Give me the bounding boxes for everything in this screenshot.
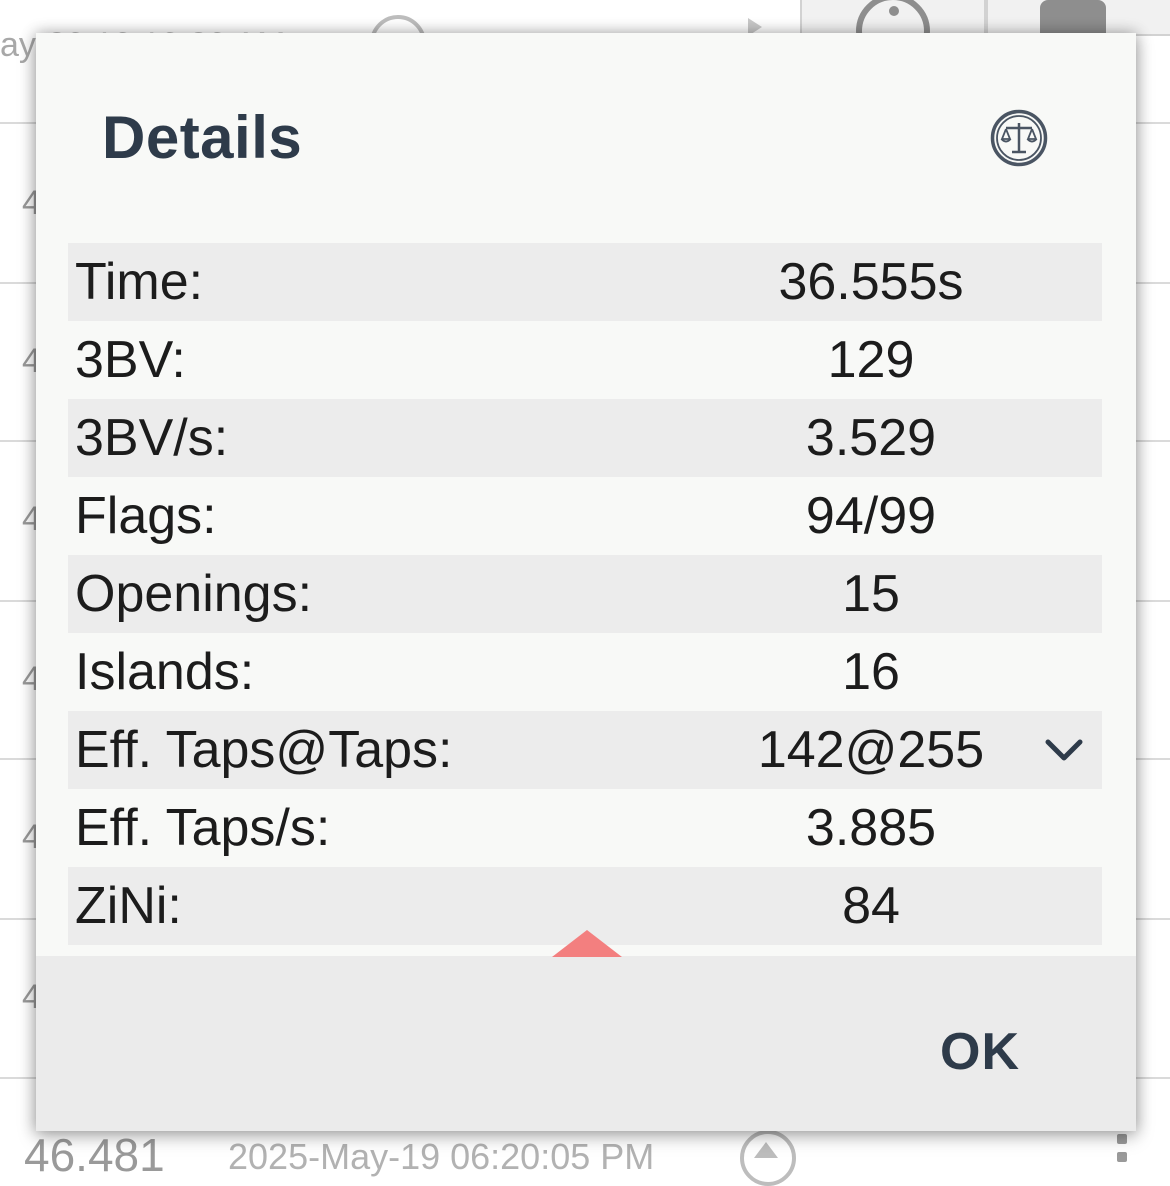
info-icon-dot bbox=[889, 6, 899, 16]
detail-row-eff-taps[interactable]: Eff. Taps@Taps: 142@255 bbox=[68, 711, 1102, 789]
bg-menu-icon bbox=[1117, 1134, 1127, 1144]
detail-label: Time: bbox=[75, 253, 204, 311]
detail-value: 15 bbox=[842, 565, 900, 623]
scroll-indicator bbox=[552, 930, 622, 957]
bg-upload-icon bbox=[740, 1130, 796, 1186]
bg-upload-arrow-icon bbox=[754, 1142, 778, 1158]
dialog-footer: OK bbox=[36, 956, 1136, 1131]
detail-value: 16 bbox=[842, 643, 900, 701]
detail-row-time: Time: 36.555s bbox=[68, 243, 1102, 321]
detail-row-islands: Islands: 16 bbox=[68, 633, 1102, 711]
detail-value: 84 bbox=[842, 877, 900, 935]
detail-value: 3.885 bbox=[805, 799, 937, 857]
ok-button[interactable]: OK bbox=[916, 1012, 1044, 1092]
detail-label: 3BV/s: bbox=[75, 409, 229, 467]
bg-bottom-date: 2025-May-19 06:20:05 PM bbox=[228, 1136, 655, 1177]
detail-label: Openings: bbox=[75, 565, 313, 623]
detail-row-3bv: 3BV: 129 bbox=[68, 321, 1102, 399]
robot-icon bbox=[1040, 0, 1106, 34]
balance-scale-icon bbox=[990, 109, 1048, 167]
dialog-title: Details bbox=[102, 104, 303, 171]
detail-row-flags: Flags: 94/99 bbox=[68, 477, 1102, 555]
details-table: Time: 36.555s 3BV: 129 3BV/s: 3.529 Flag… bbox=[68, 243, 1102, 945]
detail-value: 129 bbox=[827, 331, 915, 389]
detail-row-openings: Openings: 15 bbox=[68, 555, 1102, 633]
detail-row-eff-taps-per-sec: Eff. Taps/s: 3.885 bbox=[68, 789, 1102, 867]
details-dialog: Details Time: 36.555s 3BV: 129 3BV/s: 3.… bbox=[36, 33, 1136, 1131]
detail-value: 3.529 bbox=[805, 409, 937, 467]
detail-label: Flags: bbox=[75, 487, 217, 545]
detail-value: 36.555s bbox=[778, 253, 964, 311]
detail-value: 142@255 bbox=[757, 721, 985, 779]
detail-label: Islands: bbox=[75, 643, 255, 701]
bg-menu-icon bbox=[1117, 1152, 1127, 1162]
detail-label: Eff. Taps/s: bbox=[75, 799, 331, 857]
detail-label: 3BV: bbox=[75, 331, 186, 389]
detail-value: 94/99 bbox=[805, 487, 937, 545]
detail-row-3bv-per-sec: 3BV/s: 3.529 bbox=[68, 399, 1102, 477]
chevron-down-icon[interactable] bbox=[1042, 733, 1086, 767]
bg-bottom-time: 46.481 bbox=[24, 1129, 165, 1181]
detail-label: ZiNi: bbox=[75, 877, 182, 935]
balance-scale-button[interactable] bbox=[990, 109, 1048, 167]
detail-label: Eff. Taps@Taps: bbox=[75, 721, 453, 779]
